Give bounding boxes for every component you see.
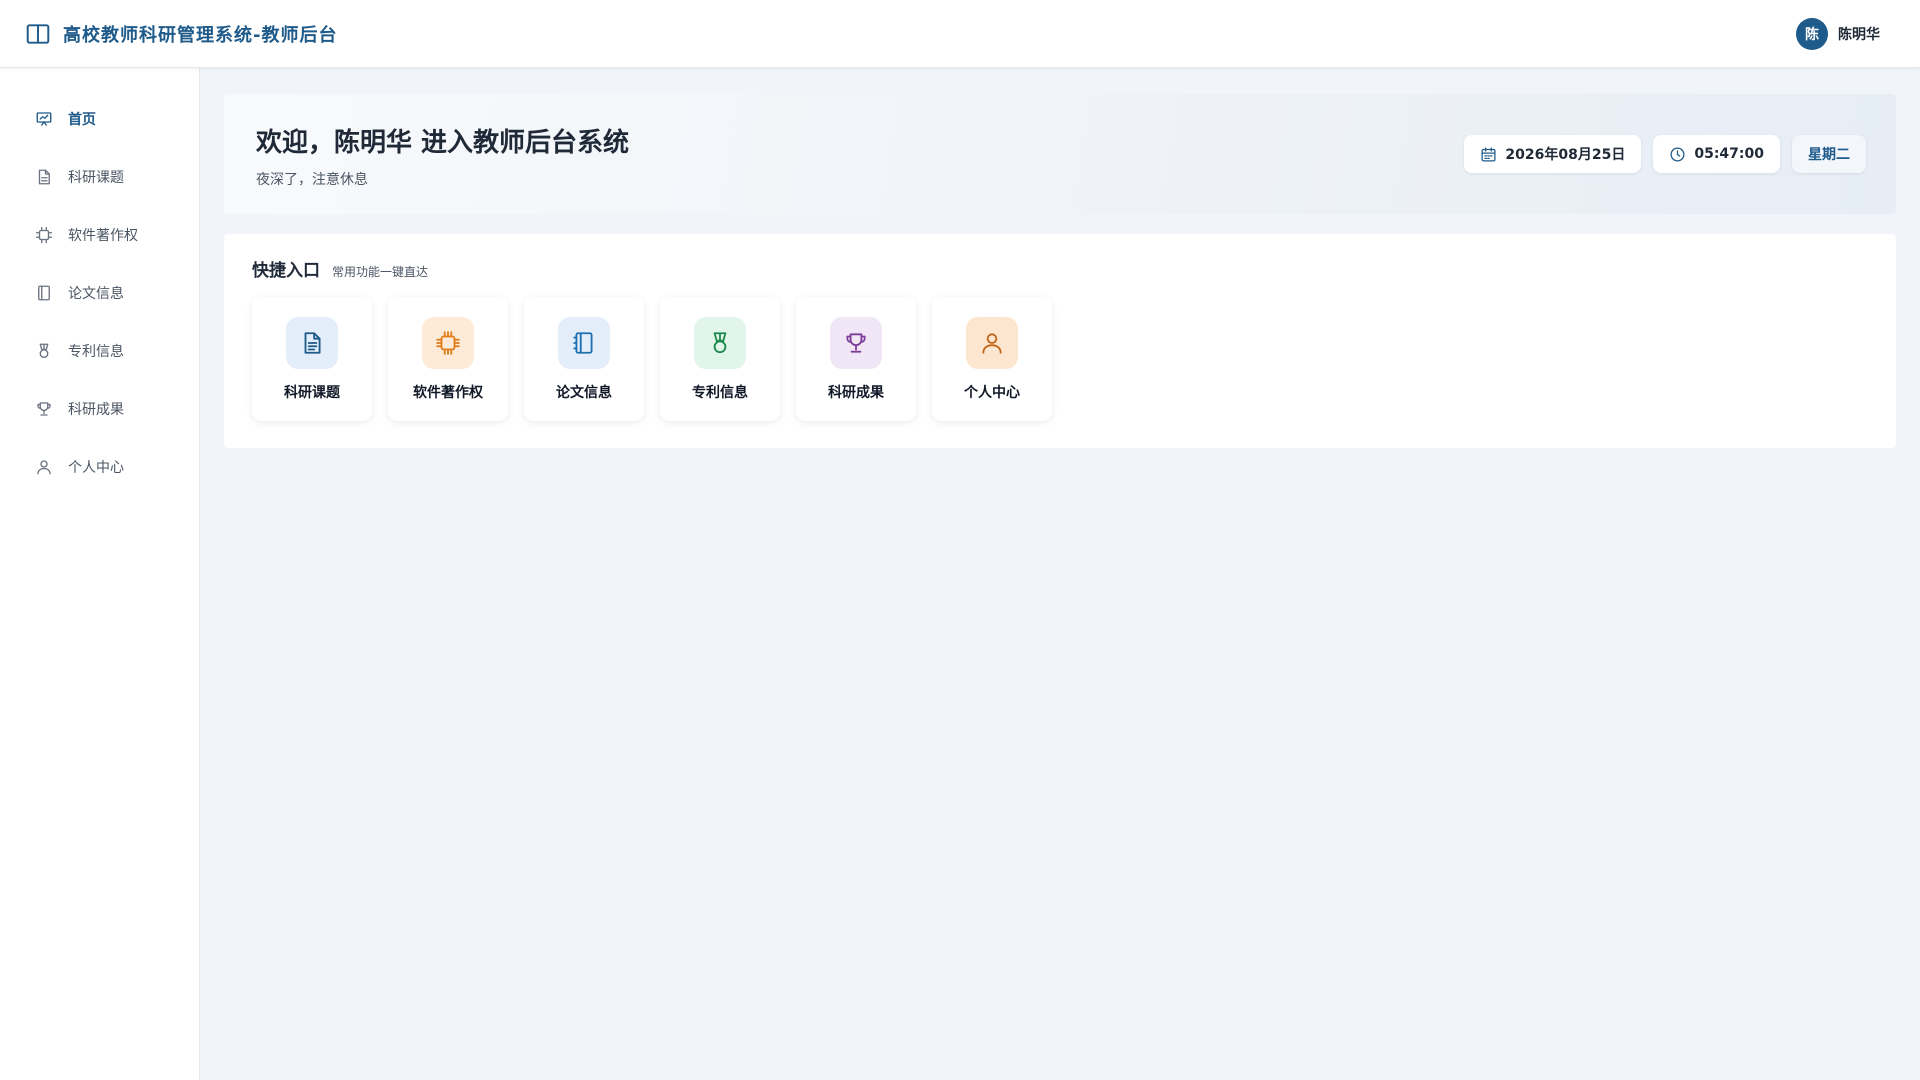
sidebar-item-label: 个人中心 — [68, 460, 124, 476]
sidebar-item-patents[interactable]: 专利信息 — [0, 322, 199, 380]
book-open-icon — [25, 21, 51, 47]
card-icon-bg — [830, 317, 882, 369]
notebook-icon — [35, 284, 53, 302]
sidebar-item-label: 软件著作权 — [68, 228, 138, 244]
weekday-pill: 星期二 — [1792, 135, 1866, 173]
user-menu[interactable]: 陈 陈明华 — [1796, 17, 1880, 50]
datetime-pills: 2026年08月25日 05:47:00 星期二 — [1452, 135, 1866, 173]
card-label: 软件著作权 — [413, 385, 483, 401]
sidebar-item-label: 科研成果 — [68, 402, 124, 418]
card-label: 科研成果 — [828, 385, 884, 401]
quick-card-software-copyright[interactable]: 软件著作权 — [388, 297, 508, 421]
current-weekday: 星期二 — [1808, 147, 1850, 163]
brand[interactable]: 高校教师科研管理系统-教师后台 — [25, 21, 337, 47]
quick-entry-title: 快捷入口 — [252, 261, 320, 281]
trophy-icon — [846, 333, 866, 353]
sidebar-item-home[interactable]: 首页 — [0, 90, 199, 148]
sidebar-item-label: 专利信息 — [68, 344, 124, 360]
app-title: 高校教师科研管理系统-教师后台 — [63, 24, 338, 46]
chip-icon — [436, 331, 460, 355]
card-icon-bg — [966, 317, 1018, 369]
sidebar-item-label: 首页 — [68, 112, 96, 128]
quick-entry-cards: 科研课题 软件著作权 论文信息 专利信息 科研成果 个人中心 — [252, 297, 1868, 421]
card-label: 科研课题 — [284, 385, 340, 401]
dashboard-chart-icon — [35, 110, 53, 128]
quick-entry-panel: 快捷入口 常用功能一键直达 科研课题 软件著作权 论文信息 专利信息 科研成果 … — [224, 234, 1896, 448]
document-icon — [35, 168, 53, 186]
card-icon-bg — [558, 317, 610, 369]
date-pill: 2026年08月25日 — [1464, 135, 1642, 173]
card-icon-bg — [422, 317, 474, 369]
card-icon-bg — [694, 317, 746, 369]
current-date: 2026年08月25日 — [1505, 147, 1626, 163]
card-label: 专利信息 — [692, 385, 748, 401]
sidebar-item-achievements[interactable]: 科研成果 — [0, 380, 199, 438]
quick-card-profile[interactable]: 个人中心 — [932, 297, 1052, 421]
sidebar-item-software-copyright[interactable]: 软件著作权 — [0, 206, 199, 264]
medal-icon — [713, 332, 727, 354]
avatar[interactable]: 陈 — [1796, 17, 1828, 50]
user-name[interactable]: 陈明华 — [1838, 24, 1880, 44]
sidebar-item-label: 论文信息 — [68, 286, 124, 302]
top-header: 高校教师科研管理系统-教师后台 陈 陈明华 — [0, 0, 1920, 68]
quick-entry-header: 快捷入口 常用功能一键直达 — [252, 256, 1868, 281]
time-pill: 05:47:00 — [1653, 135, 1780, 173]
user-icon — [982, 333, 1002, 354]
card-label: 论文信息 — [556, 385, 612, 401]
welcome-banner: 欢迎，陈明华 进入教师后台系统 夜深了，注意休息 2026年08月25日 05:… — [224, 94, 1896, 214]
document-icon — [304, 332, 321, 354]
quick-card-papers[interactable]: 论文信息 — [524, 297, 644, 421]
clock-icon — [1669, 146, 1686, 163]
quick-entry-subtitle: 常用功能一键直达 — [332, 265, 429, 279]
sidebar-item-label: 科研课题 — [68, 170, 124, 186]
calendar-icon — [1480, 146, 1497, 163]
card-label: 个人中心 — [964, 385, 1020, 401]
quick-card-patents[interactable]: 专利信息 — [660, 297, 780, 421]
medal-icon — [35, 342, 53, 360]
quick-card-research-topics[interactable]: 科研课题 — [252, 297, 372, 421]
user-icon — [35, 458, 53, 476]
sidebar-item-profile[interactable]: 个人中心 — [0, 438, 199, 496]
sidebar-item-papers[interactable]: 论文信息 — [0, 264, 199, 322]
notebook-icon — [573, 332, 593, 354]
current-time: 05:47:00 — [1694, 146, 1764, 162]
card-icon-bg — [286, 317, 338, 369]
chip-icon — [35, 226, 53, 244]
sidebar-item-research-topics[interactable]: 科研课题 — [0, 148, 199, 206]
sidebar: 首页 科研课题 软件著作权 论文信息 专利信息 科研成果 个人中心 — [0, 68, 200, 1080]
trophy-icon — [35, 400, 53, 418]
quick-card-achievements[interactable]: 科研成果 — [796, 297, 916, 421]
